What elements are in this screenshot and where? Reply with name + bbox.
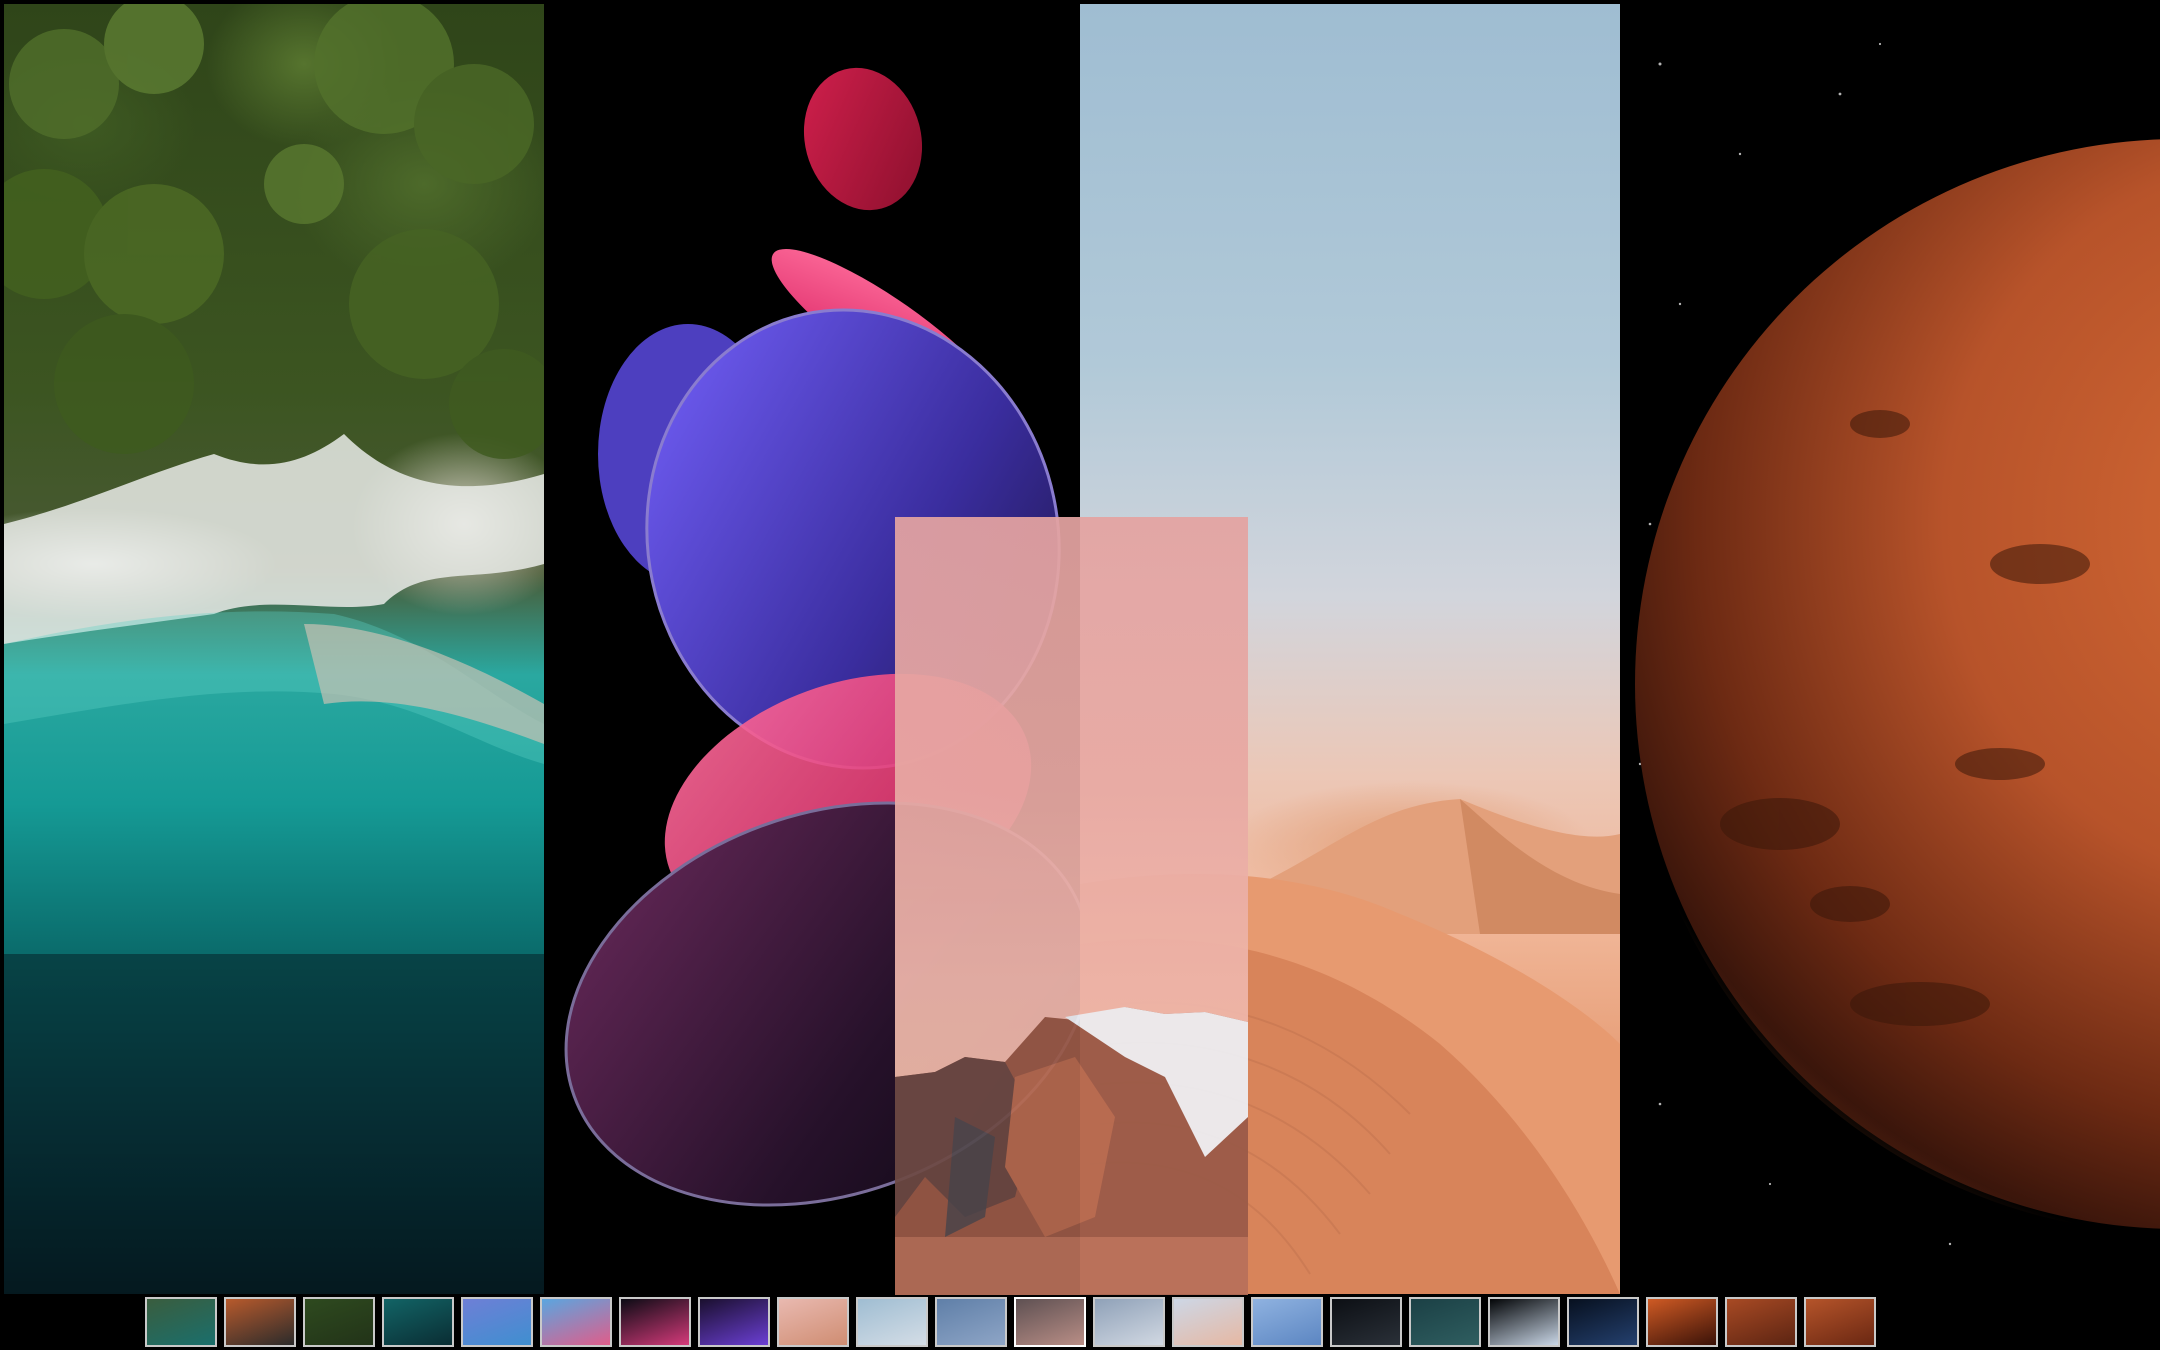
- thumbnail-mars-swirl[interactable]: [224, 1297, 296, 1347]
- wallpaper-mars[interactable]: [1620, 4, 2160, 1294]
- thumbnail-strip: [145, 1294, 1978, 1350]
- thumbnail-night-planet[interactable]: [1567, 1297, 1639, 1347]
- thumbnail-teal-water[interactable]: [382, 1297, 454, 1347]
- thumbnail-sky-blue[interactable]: [856, 1297, 928, 1347]
- mars-planet-image: [1630, 42, 2160, 1246]
- thumbnail-discs-dark[interactable]: [619, 1297, 691, 1347]
- thumbnail-desert-pink[interactable]: [777, 1297, 849, 1347]
- thumbnail-planet-arc[interactable]: [1488, 1297, 1560, 1347]
- mountain-peak-image: [895, 1007, 1248, 1295]
- wallpaper-viewer: [0, 0, 2160, 1350]
- thumbnail-teal-rocks[interactable]: [1409, 1297, 1481, 1347]
- thumbnail-pink-sand[interactable]: [1172, 1297, 1244, 1347]
- thumbnail-dusk-lake[interactable]: [1014, 1297, 1086, 1347]
- thumbnail-mars-rust[interactable]: [1725, 1297, 1797, 1347]
- wallpaper-aerial-coast[interactable]: [4, 4, 544, 1294]
- thumbnail-dark-dune[interactable]: [1330, 1297, 1402, 1347]
- thumbnail-discs-blue[interactable]: [461, 1297, 533, 1347]
- thumbnail-pale-sky[interactable]: [1093, 1297, 1165, 1347]
- thumbnail-mars-orange[interactable]: [1646, 1297, 1718, 1347]
- thumbnail-coast-cliff[interactable]: [145, 1297, 217, 1347]
- thumbnail-blue-dunes[interactable]: [1251, 1297, 1323, 1347]
- thumbnail-discs-pink-blue[interactable]: [540, 1297, 612, 1347]
- thumbnail-mars-dark[interactable]: [1804, 1297, 1876, 1347]
- aerial-coast-image: [4, 4, 544, 1294]
- thumbnail-forest[interactable]: [303, 1297, 375, 1347]
- wallpaper-mountain-peak[interactable]: [895, 517, 1248, 1295]
- thumbnail-blue-gray[interactable]: [935, 1297, 1007, 1347]
- thumbnail-discs-purple[interactable]: [698, 1297, 770, 1347]
